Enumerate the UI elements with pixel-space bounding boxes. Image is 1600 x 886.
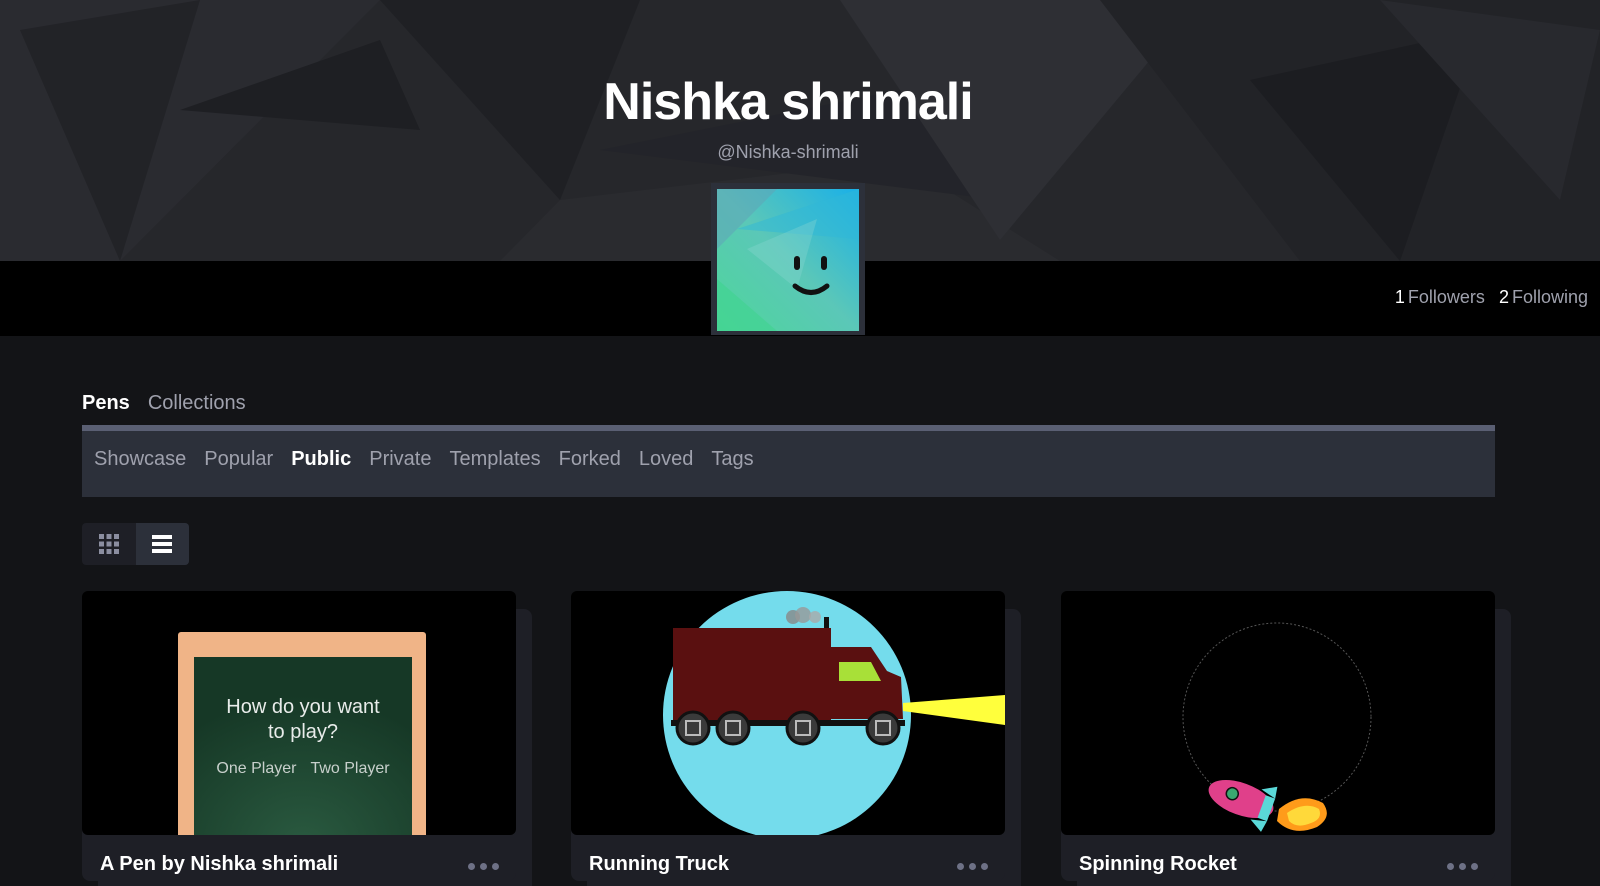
one-player-option: One Player	[216, 760, 297, 777]
pen-card[interactable]: Running Truck	[571, 591, 1021, 886]
grid-view-button[interactable]	[82, 523, 136, 565]
pen-title[interactable]: Running Truck	[589, 853, 729, 876]
pens-filter-nav: Showcase Popular Public Private Template…	[82, 425, 1495, 497]
filter-forked[interactable]: Forked	[559, 448, 621, 471]
avatar[interactable]	[711, 183, 865, 335]
more-options-icon[interactable]	[1447, 861, 1483, 871]
list-view-button[interactable]	[135, 523, 189, 565]
filter-private[interactable]: Private	[369, 448, 431, 471]
more-options-icon[interactable]	[468, 861, 504, 871]
grid-icon	[98, 534, 119, 554]
player-options: One Player Two Player	[194, 760, 412, 778]
filter-showcase[interactable]: Showcase	[94, 448, 186, 471]
following-link[interactable]: 2 Following	[1499, 287, 1588, 308]
list-icon	[152, 535, 173, 553]
pen-card[interactable]: How do you want to play? One Player Two …	[82, 591, 532, 886]
profile-name: Nishka shrimali	[603, 73, 973, 131]
follow-stats: 1 Followers 2 Following	[1395, 287, 1588, 308]
tab-pens[interactable]: Pens	[82, 392, 130, 415]
followers-link[interactable]: 1 Followers	[1395, 287, 1485, 308]
profile-tabs: Pens Collections	[82, 392, 246, 415]
pen-title[interactable]: A Pen by Nishka shrimali	[100, 853, 338, 876]
pen-title[interactable]: Spinning Rocket	[1079, 853, 1237, 876]
truck-preview	[663, 591, 1005, 835]
view-toggle	[82, 523, 189, 565]
avatar-image	[717, 189, 859, 331]
filter-loved[interactable]: Loved	[639, 448, 694, 471]
pen-preview[interactable]	[571, 591, 1005, 835]
pen-card[interactable]: Spinning Rocket	[1061, 591, 1511, 886]
filter-popular[interactable]: Popular	[204, 448, 273, 471]
pen-preview[interactable]	[1061, 591, 1495, 835]
pen-preview[interactable]: How do you want to play? One Player Two …	[82, 591, 516, 835]
filter-tags[interactable]: Tags	[711, 448, 753, 471]
profile-handle[interactable]: @Nishka-shrimali	[0, 142, 1576, 163]
play-question: How do you want to play?	[226, 696, 380, 743]
filter-public[interactable]: Public	[291, 448, 351, 471]
filter-templates[interactable]: Templates	[449, 448, 540, 471]
rocket-preview	[1182, 622, 1372, 832]
more-options-icon[interactable]	[957, 861, 993, 871]
two-player-option: Two Player	[310, 760, 390, 777]
tab-collections[interactable]: Collections	[148, 392, 246, 415]
